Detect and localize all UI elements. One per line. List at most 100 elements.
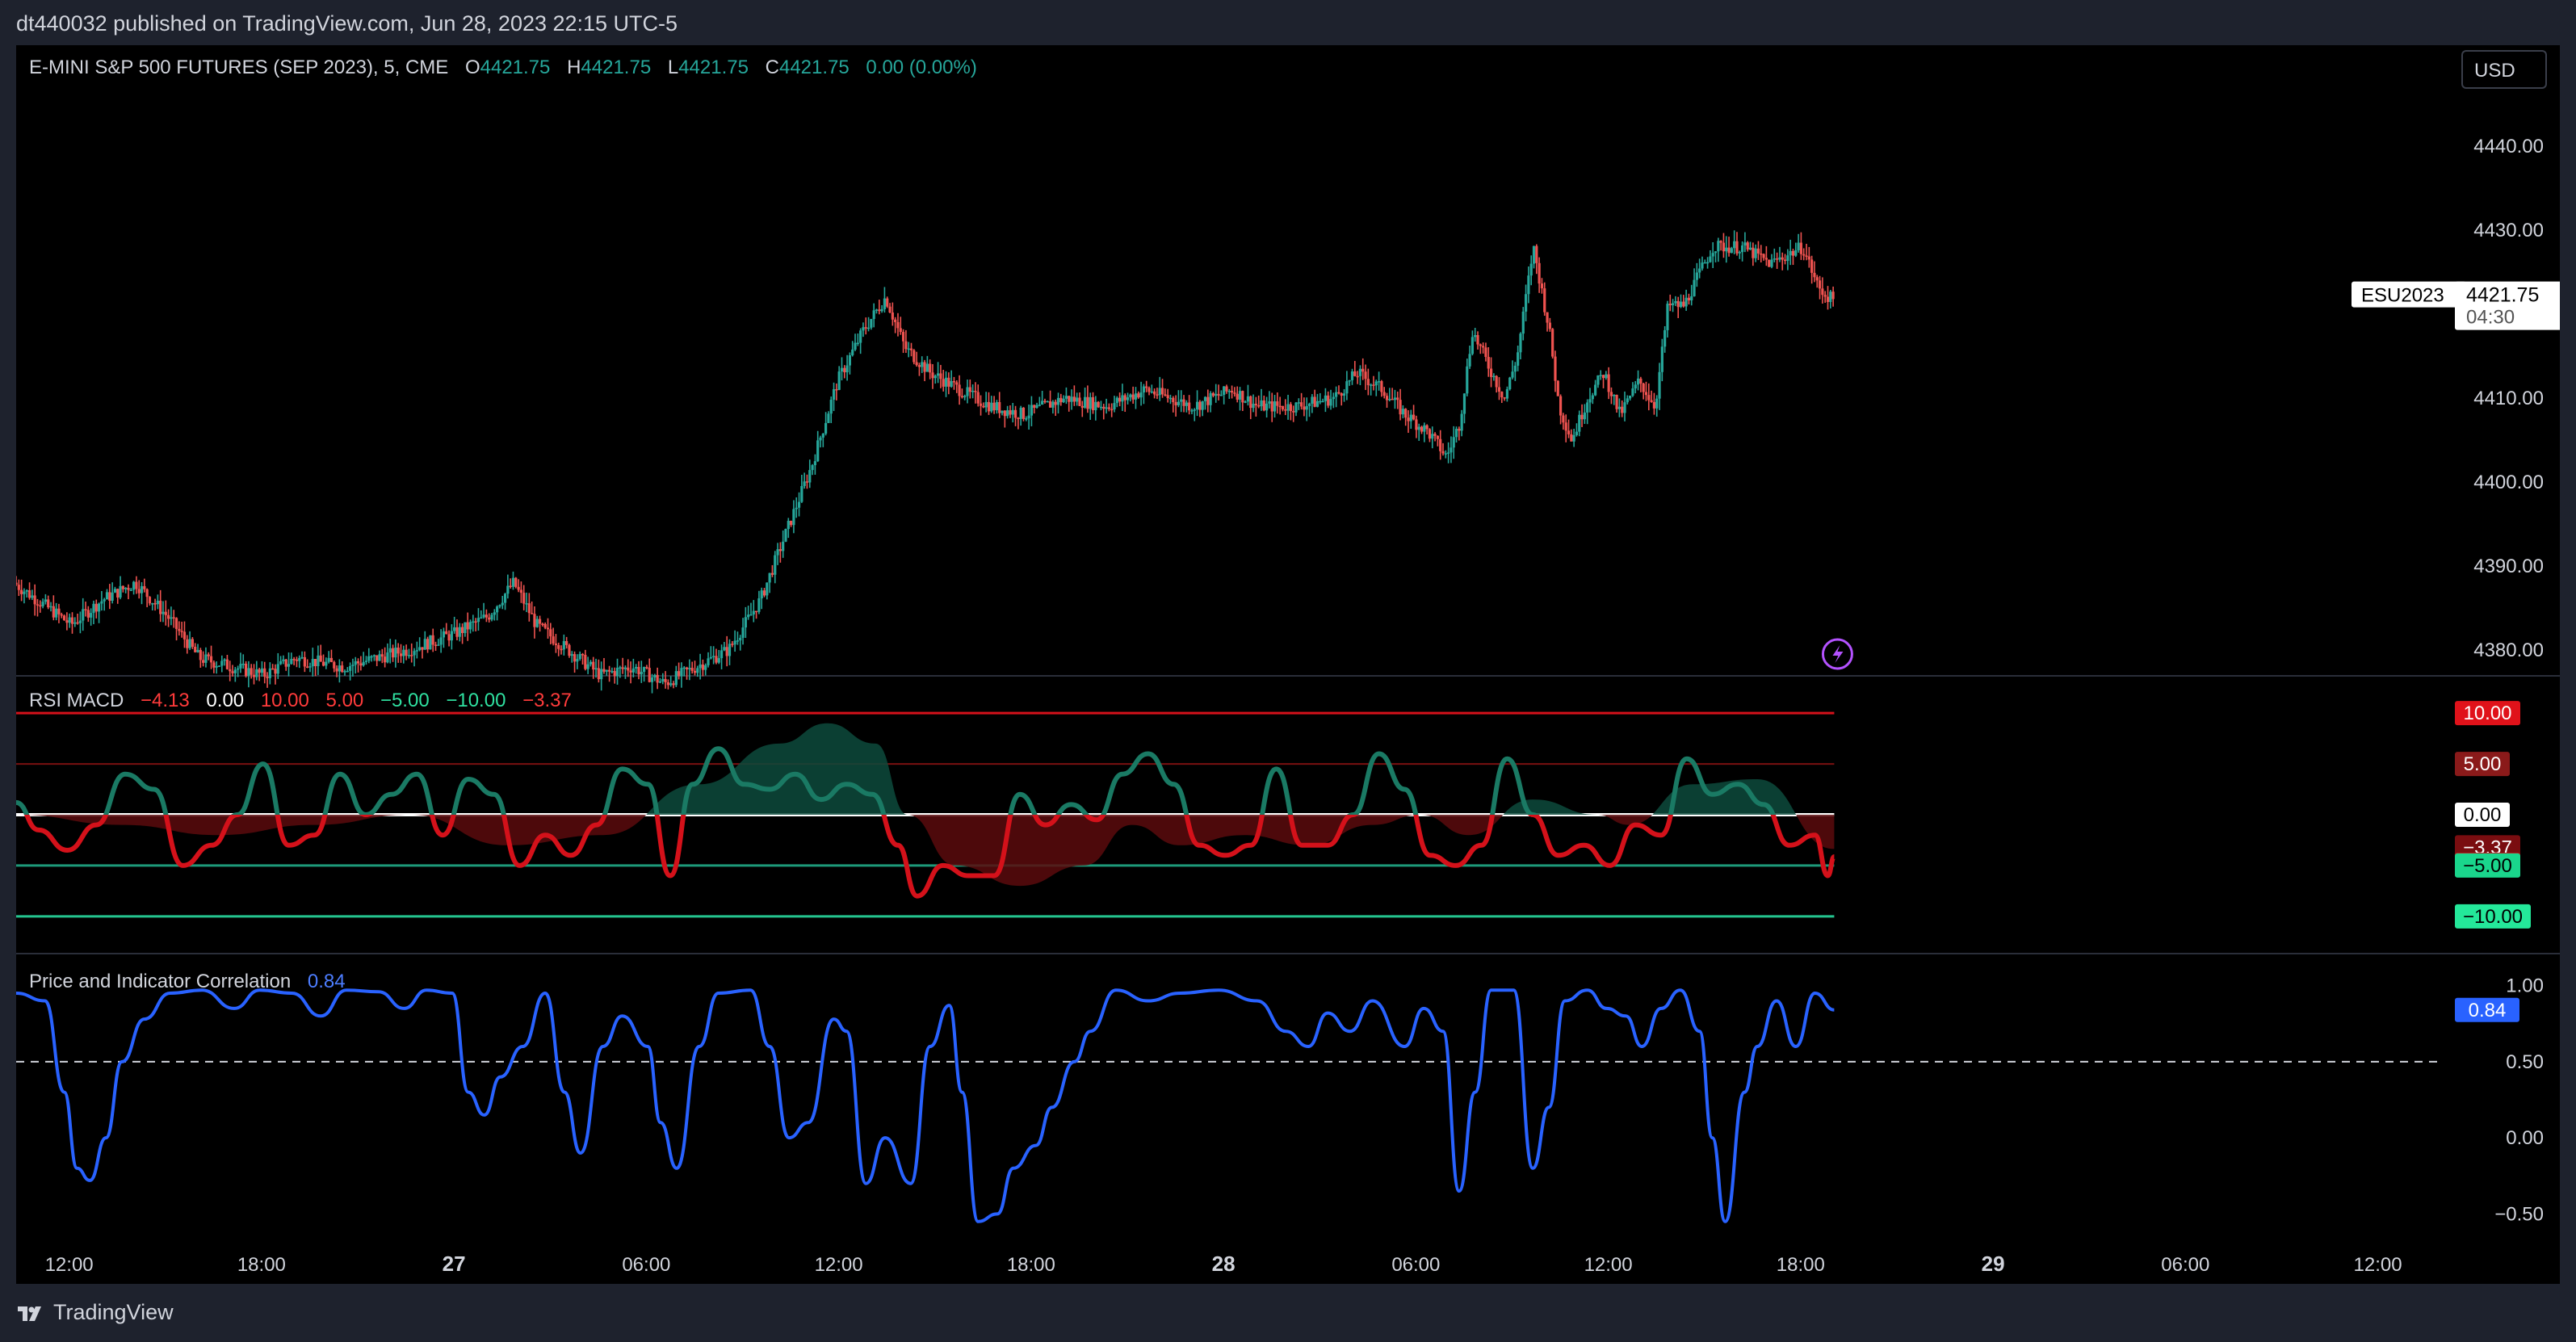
chart-canvas[interactable]: 4380.004390.004400.004410.004420.004430.… [16,45,2560,1284]
price-candle [1072,396,1076,402]
price-candle [1746,242,1749,250]
price-candle [1399,400,1402,415]
price-candle [191,639,194,647]
price-candle [1281,405,1285,410]
price-candle [103,599,106,602]
price-candle [1329,399,1332,406]
price-candle [731,644,734,645]
price-candle [619,667,622,669]
price-candle [1433,434,1437,436]
currency-button[interactable]: USD [2461,50,2547,89]
price-candle [1062,398,1065,403]
price-candle [1118,397,1122,402]
price-candle [1559,396,1563,416]
legend-symbol: E-MINI S&P 500 FUTURES (SEP 2023), 5, CM… [29,57,449,78]
price-candle [1190,410,1194,412]
chart-area[interactable]: 4380.004390.004400.004410.004420.004430.… [16,45,2560,1284]
price-candle [1538,262,1541,284]
price-candle [300,656,304,659]
price-candle [573,654,577,662]
price-candle [458,627,461,637]
price-candle [546,627,550,630]
price-candle [1407,417,1410,421]
price-candle [78,620,82,623]
price-candle [1439,438,1442,451]
countdown-label: 04:30 [2466,307,2515,329]
price-candle [1575,431,1579,435]
price-candle [121,585,124,589]
price-candle [20,589,23,594]
price-candle [100,601,103,604]
top-bar: dt440032 published on TradingView.com, J… [0,0,2576,45]
price-candle [1474,335,1477,338]
price-candle [145,589,149,598]
price-candle [1193,409,1196,411]
price-candle [995,402,998,411]
price-candle [476,618,480,623]
price-candle [1655,398,1659,409]
price-candle [650,677,654,682]
rsi-legend-value: −4.13 [141,690,190,711]
price-candle [776,549,779,556]
price-candle [541,623,544,625]
corr-axis-tick: 0.50 [2506,1051,2544,1073]
price-candle [1660,346,1663,372]
price-candle [1754,248,1757,258]
price-candle [605,669,608,672]
price-candle [303,656,306,667]
rsi-legend-value: −3.37 [522,690,572,711]
price-candle [415,650,418,652]
price-candle [1423,425,1426,432]
price-candle [1097,401,1100,408]
price-candle [1791,250,1795,256]
price-candle [325,661,328,666]
price-candle [1353,371,1357,376]
price-candle [1350,371,1354,380]
price-candle [1319,401,1322,403]
legend-open-value: 4421.75 [480,57,551,78]
price-candle [923,362,926,372]
price-candle [119,585,122,598]
price-candle [1201,401,1204,410]
price-candle [263,668,266,677]
price-candle [423,639,426,650]
price-candle [1030,405,1034,416]
price-candle [1487,357,1490,369]
price-candle [1300,402,1303,407]
price-candle [1527,275,1530,295]
price-candle [832,389,836,401]
price-candle [1554,356,1557,381]
price-candle [1311,396,1314,404]
legend-close-value: 4421.75 [778,57,850,78]
price-candle [1428,429,1432,439]
price-candle [774,555,777,575]
price-candle [1142,386,1145,393]
price-candle [493,612,496,615]
price-candle [135,581,138,589]
legend-low-label: L [667,57,679,78]
price-candle [1773,258,1776,260]
price-candle [1783,259,1787,262]
time-axis-tick: 06:00 [1391,1254,1440,1276]
price-candle [343,671,346,673]
price-candle [621,667,624,669]
price-candle [688,668,691,669]
price-candle [97,603,101,612]
price-candle [872,310,875,320]
price-candle [824,422,828,434]
price-candle [701,664,705,670]
price-candle [279,661,283,665]
price-candle [255,669,258,677]
price-candle [17,585,20,590]
price-candle [888,306,892,313]
price-candle [1227,391,1231,392]
price-candle [47,599,50,608]
price-candle [1110,409,1114,411]
price-candle [127,588,130,590]
price-candle [937,373,940,376]
price-candle [426,639,430,650]
price-candle [562,640,565,650]
price-candle [298,657,301,661]
price-candle [717,658,720,663]
price-candle [215,665,218,668]
